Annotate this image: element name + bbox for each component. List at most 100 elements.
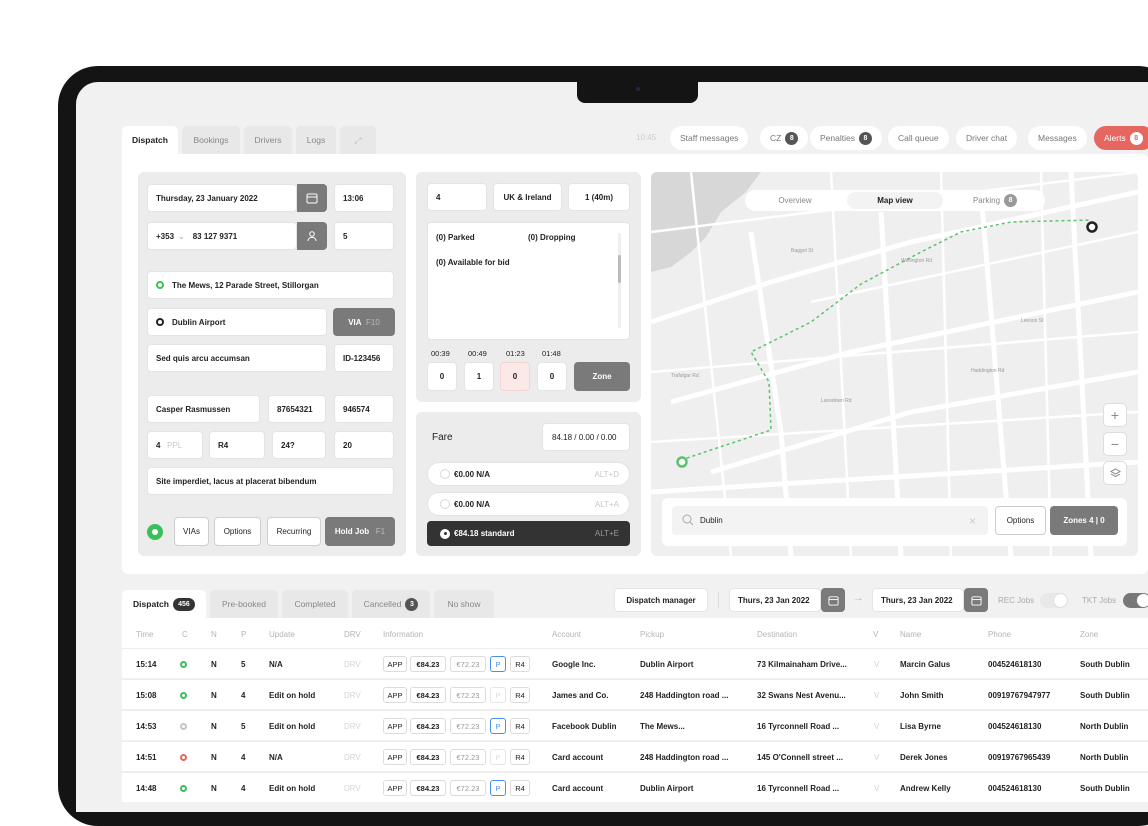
driver-chat-button[interactable]: Driver chat	[956, 126, 1018, 150]
vehicle-tag[interactable]: R4	[510, 656, 530, 672]
date-from-field[interactable]: Thurs, 23 Jan 2022	[729, 588, 821, 612]
call-queue-button[interactable]: Call queue	[888, 126, 949, 150]
col-pickup[interactable]: Pickup	[640, 630, 664, 639]
tab-parking[interactable]: Parking 8	[945, 190, 1045, 211]
vehicle-tag[interactable]: R4	[510, 687, 530, 703]
app-tag[interactable]: APP	[383, 749, 407, 765]
table-row[interactable]: 14:53 N 5 Edit on hold DRV APP €84.23 €72.23 P R4…	[122, 710, 1148, 740]
layers-icon[interactable]	[1103, 461, 1127, 485]
date-from-calendar-icon[interactable]	[821, 588, 845, 612]
vehicle-tag[interactable]: R4	[510, 780, 530, 796]
app-tag[interactable]: APP	[383, 687, 407, 703]
map-options-button[interactable]: Options	[995, 506, 1046, 535]
tab-logs[interactable]: Logs	[296, 126, 336, 154]
zone-number-field[interactable]: 4	[427, 183, 487, 211]
table-row[interactable]: 14:48 N 4 Edit on hold DRV APP €84.23 €72.23 P R4…	[122, 772, 1148, 802]
price-tag[interactable]: €84.23	[410, 780, 446, 796]
table-row[interactable]: 15:08 N 4 Edit on hold DRV APP €84.23 €72.23 P R4…	[122, 679, 1148, 709]
tkt-jobs-toggle[interactable]	[1123, 593, 1148, 608]
tab-map-view[interactable]: Map view	[847, 192, 943, 209]
col-zone[interactable]: Zone	[1080, 630, 1098, 639]
eta-field[interactable]: 1 (40m)	[568, 183, 630, 211]
vehicle-tag[interactable]: R4	[510, 749, 530, 765]
tab-dispatch[interactable]: Dispatch	[122, 126, 178, 154]
fare-option-1[interactable]: €0.00 N/A ALT+D	[427, 462, 630, 486]
scrollbar[interactable]	[618, 233, 621, 328]
vias-button[interactable]: VIAs	[174, 517, 209, 546]
col-account[interactable]: Account	[552, 630, 581, 639]
person-icon[interactable]	[297, 222, 327, 250]
p-flag-tag[interactable]: P	[490, 749, 506, 765]
region-field[interactable]: UK & Ireland	[493, 183, 562, 211]
zoom-in-icon[interactable]: +	[1103, 403, 1127, 427]
calendar-icon[interactable]	[297, 184, 327, 212]
note-field[interactable]: Sed quis arcu accumsan	[147, 344, 327, 372]
app-tag[interactable]: APP	[383, 718, 407, 734]
list-tab-prebooked[interactable]: Pre-booked	[210, 590, 278, 618]
zone-button[interactable]: Zone	[574, 362, 630, 391]
date-to-calendar-icon[interactable]	[964, 588, 988, 612]
p-flag-tag[interactable]: P	[490, 780, 506, 796]
account-number-field[interactable]: 87654321	[268, 395, 326, 423]
messages-button[interactable]: Messages	[1028, 126, 1087, 150]
tab-drivers[interactable]: Drivers	[244, 126, 292, 154]
list-tab-no-show[interactable]: No show	[434, 590, 494, 618]
country-code-select[interactable]: +353	[156, 232, 174, 241]
ppl-field[interactable]: 4 PPL	[147, 431, 203, 459]
count-box-3[interactable]: 0	[500, 362, 530, 391]
list-tab-cancelled[interactable]: Cancelled 3	[352, 590, 430, 618]
price-tag-secondary[interactable]: €72.23	[450, 656, 486, 672]
p-flag-tag[interactable]: P	[490, 718, 506, 734]
price-tag-secondary[interactable]: €72.23	[450, 780, 486, 796]
status-indicator-icon[interactable]	[147, 524, 163, 540]
alerts-button[interactable]: Alerts 8	[1094, 126, 1148, 150]
staff-messages-button[interactable]: Staff messages	[670, 126, 749, 150]
list-tab-completed[interactable]: Completed	[282, 590, 348, 618]
reference-field[interactable]: 946574	[334, 395, 394, 423]
hold-job-button[interactable]: Hold Job F1	[325, 517, 395, 546]
time-field[interactable]: 13:06	[334, 184, 394, 212]
price-tag[interactable]: €84.23	[410, 718, 446, 734]
date-field[interactable]: Thursday, 23 January 2022	[147, 184, 297, 212]
tab-bookings[interactable]: Bookings	[182, 126, 240, 154]
price-tag[interactable]: €84.23	[410, 687, 446, 703]
tab-overview[interactable]: Overview	[745, 190, 845, 211]
price-tag-secondary[interactable]: €72.23	[450, 749, 486, 765]
map-search-input[interactable]: Dublin ×	[672, 506, 988, 535]
destination-field[interactable]: Dublin Airport	[147, 308, 327, 336]
cz-button[interactable]: CZ 8	[760, 126, 809, 150]
expand-icon[interactable]: ⤢	[340, 126, 376, 154]
col-p[interactable]: P	[241, 630, 246, 639]
count-box-4[interactable]: 0	[537, 362, 567, 391]
rec-jobs-toggle[interactable]	[1040, 593, 1068, 608]
col-update[interactable]: Update	[269, 630, 295, 639]
zones-button[interactable]: Zones 4 | 0	[1050, 506, 1118, 535]
app-tag[interactable]: APP	[383, 780, 407, 796]
vehicle-tag[interactable]: R4	[510, 718, 530, 734]
customer-name-field[interactable]: Casper Rasmussen	[147, 395, 260, 423]
passengers-field[interactable]: 5	[334, 222, 394, 250]
col-c[interactable]: C	[182, 630, 188, 639]
list-tab-dispatch[interactable]: Dispatch 456	[122, 590, 206, 618]
vehicle-field[interactable]: R4	[209, 431, 265, 459]
col-name[interactable]: Name	[900, 630, 921, 639]
col-information[interactable]: Information	[383, 630, 423, 639]
penalties-button[interactable]: Penalties 8	[810, 126, 882, 150]
table-row[interactable]: 14:51 N 4 N/A DRV APP €84.23 €72.23 P R4 Card acco…	[122, 741, 1148, 771]
options-button[interactable]: Options	[214, 517, 261, 546]
app-tag[interactable]: APP	[383, 656, 407, 672]
price-tag-secondary[interactable]: €72.23	[450, 718, 486, 734]
col-n[interactable]: N	[211, 630, 217, 639]
recurring-button[interactable]: Recurring	[267, 517, 321, 546]
fare-option-3[interactable]: €84.18 standard ALT+E	[427, 521, 630, 546]
col-destination[interactable]: Destination	[757, 630, 797, 639]
price-tag[interactable]: €84.23	[410, 749, 446, 765]
id-field[interactable]: ID-123456	[334, 344, 394, 372]
col-drv[interactable]: DRV	[344, 630, 361, 639]
table-row[interactable]: 15:14 N 5 N/A DRV APP €84.23 €72.23 P R4 Google In…	[122, 648, 1148, 678]
via-button[interactable]: VIA F10	[333, 308, 395, 336]
zoom-out-icon[interactable]: −	[1103, 432, 1127, 456]
p-flag-tag[interactable]: P	[490, 656, 506, 672]
col-time[interactable]: Time	[136, 630, 153, 639]
phone-field[interactable]: +353 ⌄ 83 127 9371	[147, 222, 297, 250]
